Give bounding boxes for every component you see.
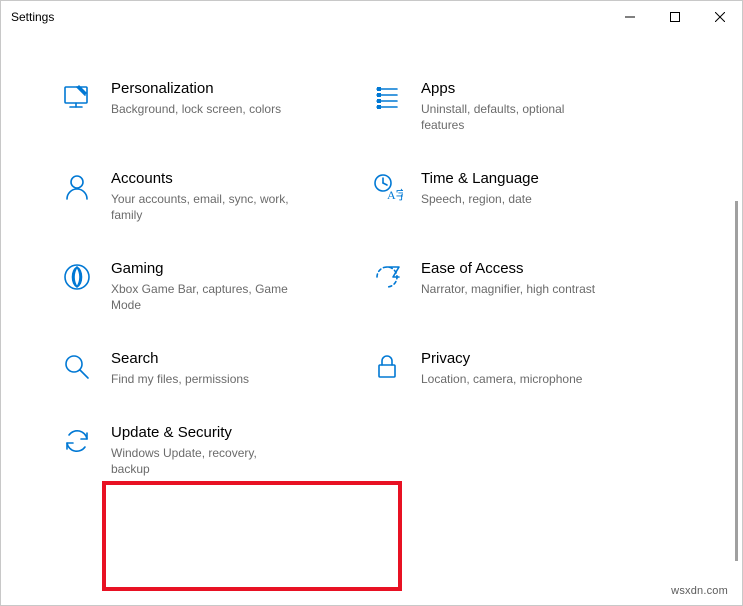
settings-window: Settings Personalization Background, loc… <box>0 0 743 606</box>
tile-desc: Background, lock screen, colors <box>111 101 291 117</box>
tile-desc: Narrator, magnifier, high contrast <box>421 281 601 297</box>
tile-text: Apps Uninstall, defaults, optional featu… <box>421 79 661 133</box>
tile-personalization[interactable]: Personalization Background, lock screen,… <box>61 79 371 133</box>
content-area: Personalization Background, lock screen,… <box>1 61 742 605</box>
svg-text:A字: A字 <box>387 187 403 202</box>
personalization-icon <box>61 81 93 113</box>
time-language-icon: A字 <box>371 171 403 203</box>
accounts-icon <box>61 171 93 203</box>
tile-desc: Your accounts, email, sync, work, family <box>111 191 291 223</box>
tile-title: Gaming <box>111 259 351 279</box>
watermark: wsxdn.com <box>671 585 728 597</box>
tile-text: Gaming Xbox Game Bar, captures, Game Mod… <box>111 259 351 313</box>
scrollbar[interactable] <box>735 41 741 604</box>
tile-title: Privacy <box>421 349 661 369</box>
tile-accounts[interactable]: Accounts Your accounts, email, sync, wor… <box>61 169 371 223</box>
tile-title: Accounts <box>111 169 351 189</box>
tile-text: Ease of Access Narrator, magnifier, high… <box>421 259 661 297</box>
tile-title: Search <box>111 349 351 369</box>
window-title: Settings <box>11 10 607 24</box>
maximize-button[interactable] <box>652 1 697 33</box>
tile-desc: Uninstall, defaults, optional features <box>421 101 601 133</box>
titlebar: Settings <box>1 1 742 33</box>
tile-time-language[interactable]: A字 Time & Language Speech, region, date <box>371 169 681 223</box>
tile-desc: Find my files, permissions <box>111 371 291 387</box>
close-button[interactable] <box>697 1 742 33</box>
tile-title: Apps <box>421 79 661 99</box>
tile-title: Ease of Access <box>421 259 661 279</box>
scrollbar-thumb[interactable] <box>735 201 738 561</box>
tile-gaming[interactable]: Gaming Xbox Game Bar, captures, Game Mod… <box>61 259 371 313</box>
gaming-icon <box>61 261 93 293</box>
tile-title: Personalization <box>111 79 351 99</box>
settings-grid: Personalization Background, lock screen,… <box>31 61 711 507</box>
empty-cell <box>371 423 681 477</box>
tile-search[interactable]: Search Find my files, permissions <box>61 349 371 387</box>
tile-privacy[interactable]: Privacy Location, camera, microphone <box>371 349 681 387</box>
minimize-button[interactable] <box>607 1 652 33</box>
search-icon <box>61 351 93 383</box>
tile-text: Search Find my files, permissions <box>111 349 351 387</box>
tile-ease-of-access[interactable]: Ease of Access Narrator, magnifier, high… <box>371 259 681 313</box>
tile-text: Accounts Your accounts, email, sync, wor… <box>111 169 351 223</box>
tile-desc: Windows Update, recovery, backup <box>111 445 291 477</box>
tile-update-security[interactable]: Update & Security Windows Update, recove… <box>61 423 371 477</box>
tile-text: Personalization Background, lock screen,… <box>111 79 351 117</box>
tile-text: Time & Language Speech, region, date <box>421 169 661 207</box>
tile-text: Privacy Location, camera, microphone <box>421 349 661 387</box>
tile-desc: Speech, region, date <box>421 191 601 207</box>
tile-text: Update & Security Windows Update, recove… <box>111 423 351 477</box>
tile-desc: Xbox Game Bar, captures, Game Mode <box>111 281 291 313</box>
apps-icon <box>371 81 403 113</box>
tile-apps[interactable]: Apps Uninstall, defaults, optional featu… <box>371 79 681 133</box>
update-security-icon <box>61 425 93 457</box>
ease-of-access-icon <box>371 261 403 293</box>
privacy-icon <box>371 351 403 383</box>
tile-title: Time & Language <box>421 169 661 189</box>
tile-desc: Location, camera, microphone <box>421 371 601 387</box>
tile-title: Update & Security <box>111 423 351 443</box>
